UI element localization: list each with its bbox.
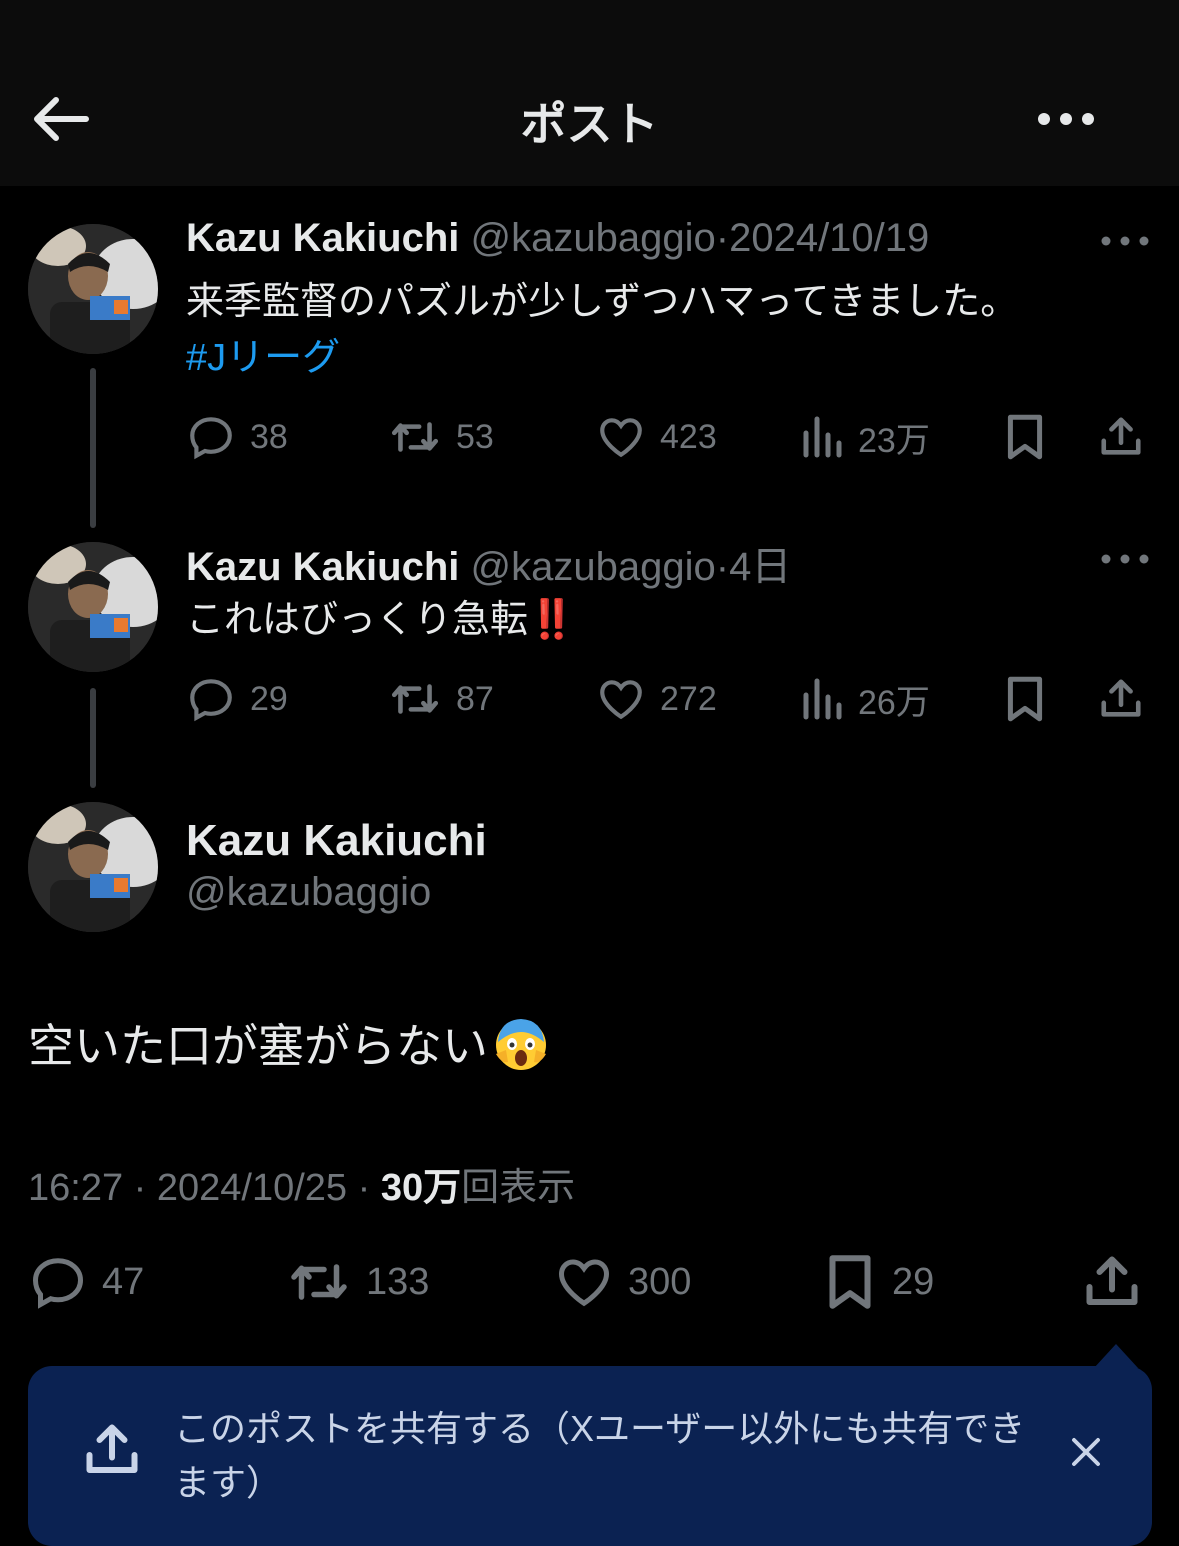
reply-count: 47 xyxy=(102,1260,145,1303)
like-button[interactable]: 423 xyxy=(596,412,717,462)
share-button[interactable] xyxy=(1098,674,1158,724)
views-count: 23万 xyxy=(858,421,930,460)
views-button[interactable]: 26万 xyxy=(800,674,930,724)
display-name[interactable]: Kazu Kakiuchi xyxy=(186,816,487,866)
repost-icon xyxy=(291,1264,347,1300)
post-date[interactable]: 2024/10/25 xyxy=(157,1167,347,1209)
share-icon xyxy=(1101,679,1141,717)
repost-button[interactable]: 133 xyxy=(286,1250,429,1314)
more-button[interactable] xyxy=(1036,104,1096,134)
separator: · xyxy=(133,1167,147,1209)
post-time[interactable]: 4日 xyxy=(729,545,791,589)
like-button[interactable]: 300 xyxy=(554,1250,691,1314)
avatar[interactable] xyxy=(28,224,158,354)
reply-count: 29 xyxy=(250,679,288,718)
display-name[interactable]: Kazu Kakiuchi xyxy=(186,545,459,589)
close-icon[interactable] xyxy=(1068,1434,1104,1470)
views-button[interactable]: 23万 xyxy=(800,412,930,462)
view-label: 回表示 xyxy=(461,1167,576,1209)
post-text: 来季監督のパズルが少しずつハマってきました。 #Jリーグ xyxy=(186,274,1018,386)
avatar[interactable] xyxy=(28,802,158,932)
bookmark-button[interactable] xyxy=(1002,674,1062,724)
reply-count: 38 xyxy=(250,417,288,456)
share-button[interactable] xyxy=(1098,412,1158,462)
reply-button[interactable]: 38 xyxy=(186,412,288,462)
display-name[interactable]: Kazu Kakiuchi xyxy=(186,216,459,260)
post-body: 来季監督のパズルが少しずつハマってきました。 xyxy=(186,281,1019,323)
views-chart-icon xyxy=(803,678,842,720)
bookmark-button[interactable]: 29 xyxy=(822,1250,934,1314)
repost-button[interactable]: 87 xyxy=(388,674,494,724)
post-meta: 16:27 · 2024/10/25 · 30万回表示 xyxy=(28,1156,575,1211)
more-horizontal-icon[interactable] xyxy=(1100,235,1150,247)
post-actions: 29 87 272 26万 xyxy=(186,674,1156,724)
share-icon xyxy=(1086,1256,1138,1305)
more-horizontal-icon[interactable] xyxy=(1100,553,1150,565)
like-count: 423 xyxy=(660,417,717,456)
post-time[interactable]: 2024/10/19 xyxy=(729,216,929,260)
bookmark-icon xyxy=(829,1255,871,1309)
toast-caret xyxy=(1094,1344,1138,1368)
thread-line xyxy=(90,368,96,528)
thread-line xyxy=(90,688,96,788)
repost-count: 87 xyxy=(456,679,494,718)
repost-count: 53 xyxy=(456,417,494,456)
post-header: Kazu Kakiuchi @kazubaggio·2024/10/19 xyxy=(186,216,929,261)
separator: · xyxy=(715,216,730,260)
screaming-face-emoji xyxy=(496,1019,546,1070)
top-bar: ポスト xyxy=(0,0,1179,186)
post-header: Kazu Kakiuchi @kazubaggio·4日 xyxy=(186,534,791,592)
share-icon xyxy=(1101,417,1141,455)
reply-button[interactable]: 29 xyxy=(186,674,288,724)
repost-count: 133 xyxy=(366,1260,430,1303)
view-count[interactable]: 30万 xyxy=(381,1167,461,1209)
repost-icon xyxy=(391,684,439,714)
share-icon xyxy=(86,1424,138,1473)
reply-icon xyxy=(32,1258,84,1309)
post-actions: 38 53 423 23万 xyxy=(186,412,1156,462)
bookmark-count: 29 xyxy=(892,1260,935,1303)
heart-icon xyxy=(600,680,642,720)
reply-icon xyxy=(190,679,232,722)
bookmark-icon xyxy=(1007,414,1043,460)
post-body: これはびっくり急転 xyxy=(186,599,529,641)
share-button[interactable] xyxy=(1082,1250,1156,1314)
reply-button[interactable]: 47 xyxy=(28,1250,144,1314)
bookmark-icon xyxy=(1007,676,1043,722)
views-chart-icon xyxy=(803,416,842,458)
page-title: ポスト xyxy=(520,98,659,150)
post-time[interactable]: 16:27 xyxy=(28,1167,123,1209)
separator: · xyxy=(715,545,730,589)
heart-icon xyxy=(558,1259,610,1307)
reply-icon xyxy=(190,417,232,460)
handle[interactable]: @kazubaggio xyxy=(471,545,716,589)
share-toast[interactable]: このポストを共有する（Xユーザー以外にも共有できます） xyxy=(28,1366,1152,1546)
handle[interactable]: @kazubaggio xyxy=(471,216,716,260)
post-body: 空いた口が塞がらない xyxy=(28,1020,488,1072)
avatar[interactable] xyxy=(28,542,158,672)
more-horizontal-icon xyxy=(1038,113,1094,125)
toast-message: このポストを共有する（Xユーザー以外にも共有できます） xyxy=(174,1408,1026,1503)
hashtag-link[interactable]: #Jリーグ xyxy=(186,330,1018,386)
main-post-actions: 47 133 300 29 xyxy=(28,1250,1158,1314)
heart-icon xyxy=(600,418,642,458)
double-exclamation-emoji: ‼️ xyxy=(528,599,576,641)
post-text: これはびっくり急転‼️ xyxy=(186,592,575,648)
views-count: 26万 xyxy=(858,683,930,722)
bookmark-button[interactable] xyxy=(1002,412,1062,462)
like-count: 272 xyxy=(660,679,717,718)
repost-icon xyxy=(391,422,439,452)
post-text: 空いた口が塞がらない xyxy=(28,1010,550,1076)
separator: · xyxy=(357,1167,371,1209)
like-count: 300 xyxy=(628,1260,692,1303)
repost-button[interactable]: 53 xyxy=(388,412,494,462)
handle[interactable]: @kazubaggio xyxy=(186,870,431,915)
like-button[interactable]: 272 xyxy=(596,674,717,724)
